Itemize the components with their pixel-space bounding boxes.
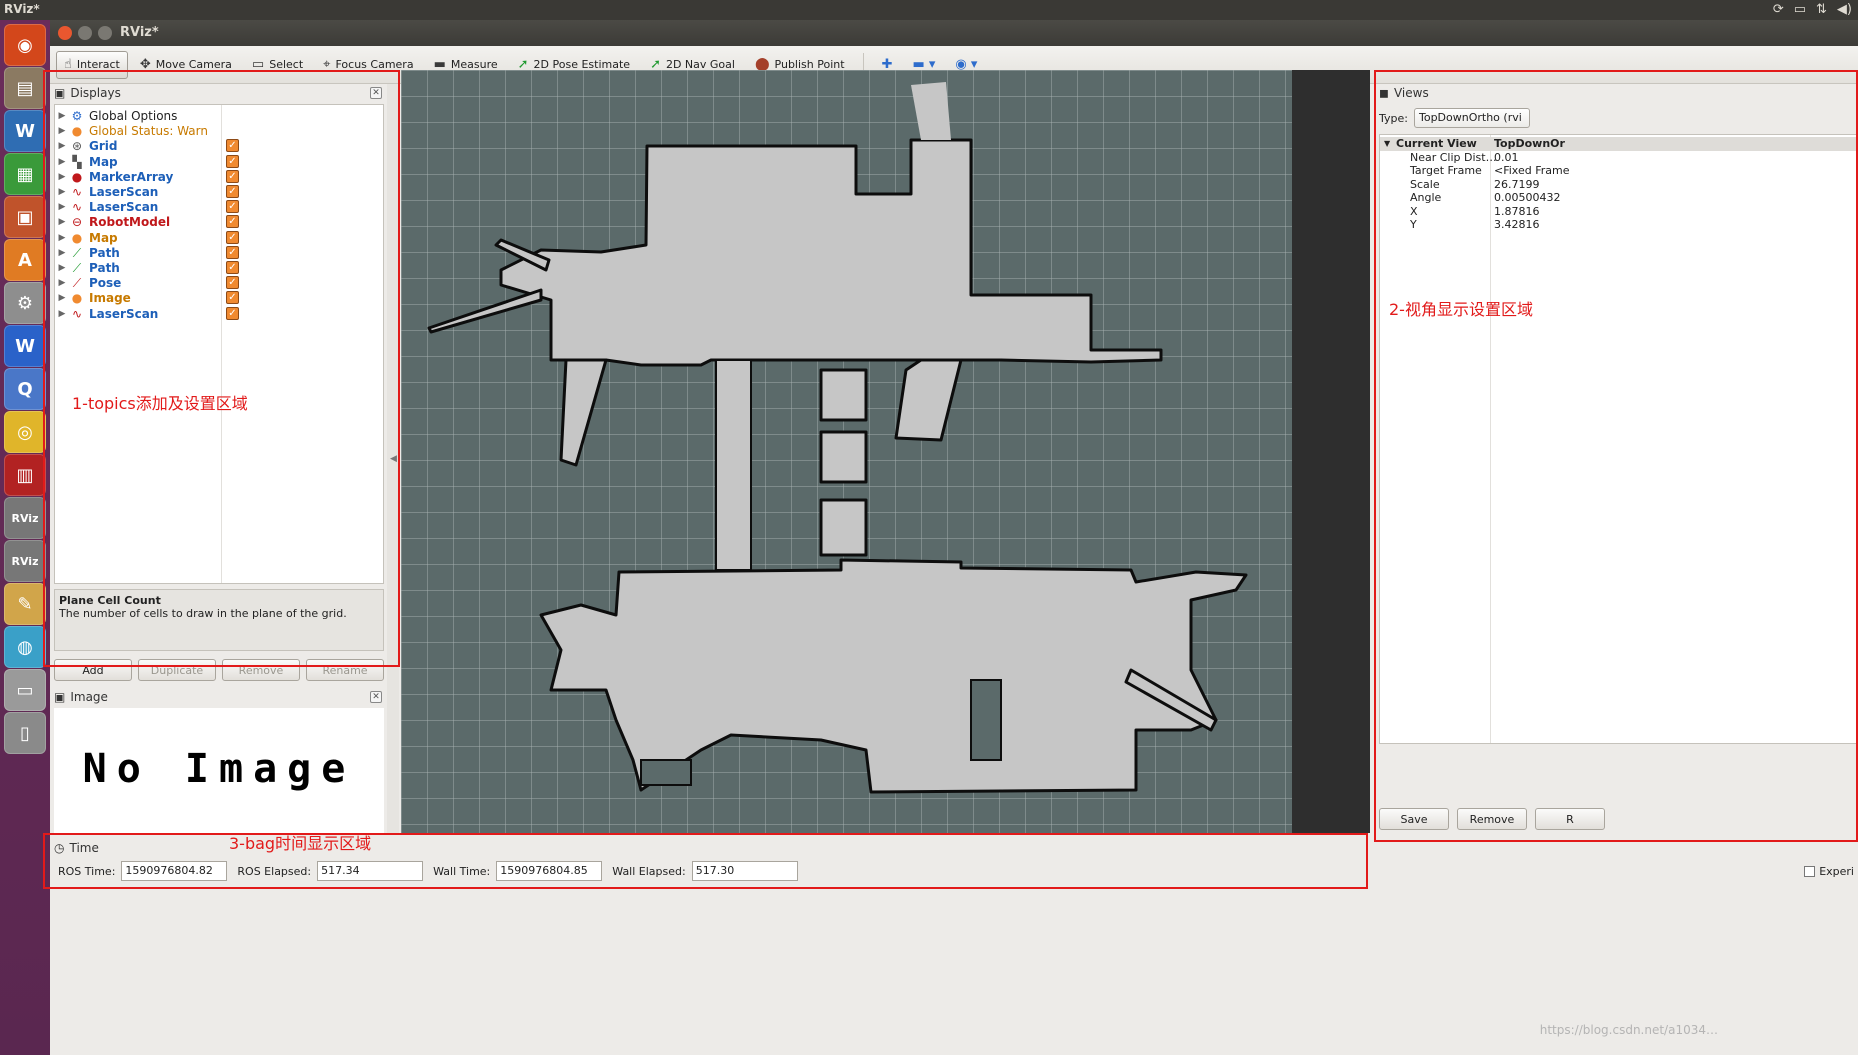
render-viewport[interactable]: [401, 70, 1370, 833]
rviz-icon-2[interactable]: RViz: [4, 540, 46, 582]
image-view: No Image: [54, 708, 384, 833]
no-image-text: No Image: [82, 746, 356, 792]
window-title: RViz*: [120, 25, 159, 40]
system-tray: ⟳ ▭ ⇅ ◀): [1773, 2, 1852, 17]
annotation-box-views: [1374, 70, 1858, 842]
ubuntu-dash-icon[interactable]: ◉: [4, 24, 46, 66]
impress-icon[interactable]: ▣: [4, 196, 46, 238]
window-minimize-button[interactable]: [78, 26, 92, 40]
tray-network-icon[interactable]: ⇅: [1816, 2, 1827, 17]
image-panel-icon: ▣: [54, 690, 66, 704]
experimental-label: Experi: [1819, 865, 1854, 878]
files-icon[interactable]: ▤: [4, 67, 46, 109]
calc-icon[interactable]: ▦: [4, 153, 46, 195]
trash-icon[interactable]: ▯: [4, 712, 46, 754]
drive-icon[interactable]: ▭: [4, 669, 46, 711]
window-titlebar: RViz*: [50, 20, 1858, 46]
tray-update-icon[interactable]: ⟳: [1773, 2, 1784, 17]
annotation-topics: 1-topics添加及设置区域: [72, 394, 248, 413]
search-tool-icon[interactable]: Q: [4, 368, 46, 410]
watermark: https://blog.csdn.net/a1034…: [1539, 1023, 1718, 1037]
image-panel-title: Image: [70, 690, 108, 704]
wps-icon[interactable]: W: [4, 325, 46, 367]
paint-icon[interactable]: ✎: [4, 583, 46, 625]
occupancy-map: [427, 82, 1248, 794]
image-panel-header: ▣ Image ✕: [50, 688, 386, 706]
annotation-box-topics: [43, 70, 400, 667]
window-close-button[interactable]: [58, 26, 72, 40]
software-center-icon[interactable]: A: [4, 239, 46, 281]
writer-icon[interactable]: W: [4, 110, 46, 152]
active-app-title: RViz*: [4, 2, 40, 16]
annotation-views: 2-视角显示设置区域: [1389, 300, 1533, 319]
tray-volume-icon[interactable]: ◀): [1837, 2, 1852, 17]
image-panel: ▣ Image ✕ No Image: [50, 688, 386, 833]
chat-icon[interactable]: ◍: [4, 626, 46, 668]
annotation-time: 3-bag时间显示区域: [229, 834, 372, 853]
window-maximize-button[interactable]: [98, 26, 112, 40]
media-icon[interactable]: ▥: [4, 454, 46, 496]
settings-icon[interactable]: ⚙: [4, 282, 46, 324]
experimental-checkbox[interactable]: [1804, 866, 1816, 877]
system-top-bar: RViz* ⟳ ▭ ⇅ ◀): [0, 0, 1858, 20]
close-icon[interactable]: ✕: [370, 691, 382, 703]
rviz-icon-1[interactable]: RViz: [4, 497, 46, 539]
tray-keyboard-icon[interactable]: ▭: [1794, 2, 1806, 17]
chrome-icon[interactable]: ◎: [4, 411, 46, 453]
